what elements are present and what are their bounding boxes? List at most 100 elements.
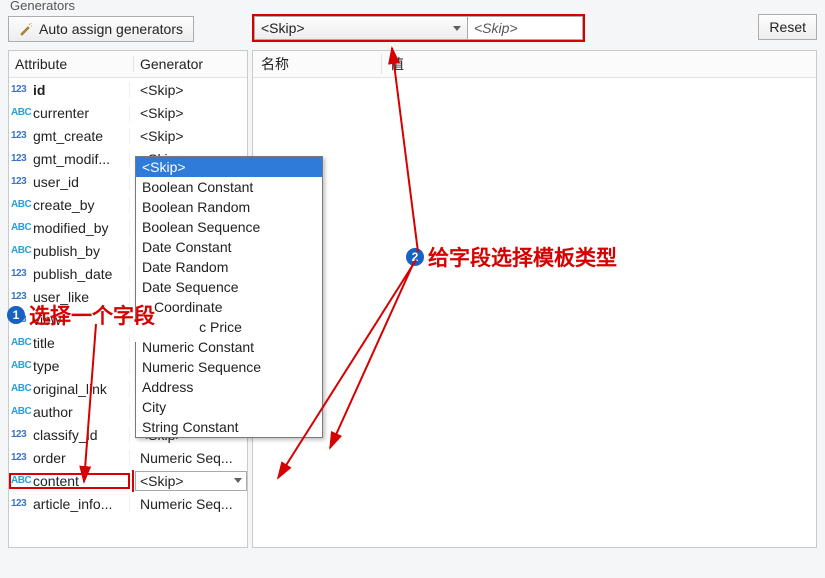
attribute-cell[interactable]: 123article_info... [9, 496, 130, 512]
value-preview-panel: 名称 值 [252, 50, 817, 548]
numeric-type-icon: 123 [11, 429, 31, 440]
dropdown-item[interactable]: Coordinate [136, 297, 322, 317]
dropdown-item[interactable]: Date Random [136, 257, 322, 277]
attribute-name: author [33, 404, 73, 420]
table-row[interactable]: ABCcontent <Skip> [9, 469, 247, 492]
attribute-name: title [33, 335, 55, 351]
attribute-cell[interactable]: ABCtitle [9, 335, 130, 351]
reset-label: Reset [769, 19, 806, 35]
generator-value: Numeric Seq... [140, 496, 233, 512]
dropdown-item[interactable]: Numeric Sequence [136, 357, 322, 377]
generator-cell-select[interactable]: <Skip> [135, 471, 247, 491]
dropdown-item[interactable]: Numeric Price [136, 317, 322, 337]
attribute-cell[interactable]: ABCcreate_by [9, 197, 130, 213]
text-type-icon: ABC [11, 360, 31, 371]
generator-cell[interactable]: <Skip> [130, 128, 247, 144]
generator-preview: <Skip> [468, 16, 583, 40]
generators-panel: Generators Auto assign generators <Skip>… [0, 0, 825, 578]
attribute-name: view [33, 312, 61, 328]
dropdown-item[interactable]: <Skip> [136, 157, 322, 177]
table-row[interactable]: 123gmt_create<Skip> [9, 124, 247, 147]
generator-dropdown[interactable]: <Skip>Boolean ConstantBoolean RandomBool… [135, 156, 323, 438]
dropdown-item[interactable]: Date Sequence [136, 277, 322, 297]
attribute-name: gmt_modif... [33, 151, 110, 167]
dropdown-item[interactable]: Numeric Constant [136, 337, 322, 357]
numeric-type-icon: 123 [11, 314, 31, 325]
dropdown-item[interactable]: String Constant [136, 417, 322, 437]
table-row[interactable]: ABCcurrenter <Skip> [9, 101, 247, 124]
attribute-cell[interactable]: 123view [9, 312, 130, 328]
table-row[interactable]: 123order Numeric Seq... [9, 446, 247, 469]
attribute-name: user_id [33, 174, 79, 190]
wand-icon [19, 22, 33, 36]
text-type-icon: ABC [11, 107, 31, 118]
attribute-cell[interactable]: 123user_id [9, 174, 130, 190]
panel-title: Generators [10, 0, 75, 13]
attribute-cell[interactable]: ABCcontent [9, 473, 130, 489]
dropdown-item[interactable]: Boolean Random [136, 197, 322, 217]
text-type-icon: ABC [11, 337, 31, 348]
attribute-name: currenter [33, 105, 89, 121]
attribute-name: id [33, 82, 45, 98]
chevron-down-icon [453, 26, 461, 31]
attribute-name: user_like [33, 289, 89, 305]
attribute-cell[interactable]: 123publish_date [9, 266, 130, 282]
numeric-type-icon: 123 [11, 176, 31, 187]
attribute-name: type [33, 358, 59, 374]
attribute-name: article_info... [33, 496, 112, 512]
attribute-name: gmt_create [33, 128, 103, 144]
table-row[interactable]: 123article_info... Numeric Seq... [9, 492, 247, 515]
dropdown-item[interactable]: City [136, 397, 322, 417]
text-type-icon: ABC [11, 383, 31, 394]
text-type-icon: ABC [11, 222, 31, 233]
numeric-type-icon: 123 [11, 498, 31, 509]
numeric-type-icon: 123 [11, 268, 31, 279]
attribute-cell[interactable]: 123gmt_modif... [9, 151, 130, 167]
generator-cell[interactable]: <Skip> [130, 82, 247, 98]
attribute-cell[interactable]: 123order [9, 450, 130, 466]
attribute-name: classify_id [33, 427, 98, 443]
auto-assign-button[interactable]: Auto assign generators [8, 16, 194, 42]
preview-header: 名称 值 [253, 51, 816, 78]
attribute-cell[interactable]: ABCcurrenter [9, 105, 130, 121]
col-name[interactable]: 名称 [253, 54, 382, 74]
attribute-cell[interactable]: ABCpublish_by [9, 243, 130, 259]
dropdown-item[interactable]: Address [136, 377, 322, 397]
generator-cell[interactable]: <Skip> [130, 105, 247, 121]
attribute-cell[interactable]: 123id [9, 82, 130, 98]
attribute-cell[interactable]: 123classify_id [9, 427, 130, 443]
dropdown-item[interactable]: Date Constant [136, 237, 322, 257]
col-attribute[interactable]: Attribute [9, 56, 134, 72]
attribute-cell[interactable]: ABCoriginal_link [9, 381, 130, 397]
attribute-name: publish_by [33, 243, 100, 259]
dropdown-item[interactable]: Boolean Constant [136, 177, 322, 197]
numeric-type-icon: 123 [11, 452, 31, 463]
selected-generator-area: <Skip> <Skip> [252, 14, 585, 42]
attribute-cell[interactable]: ABCmodified_by [9, 220, 130, 236]
attribute-cell[interactable]: ABCtype [9, 358, 130, 374]
generator-cell[interactable]: Numeric Seq... [130, 496, 247, 512]
dropdown-item[interactable]: Boolean Sequence [136, 217, 322, 237]
table-row[interactable]: 123id<Skip> [9, 78, 247, 101]
generator-type-select[interactable]: <Skip> [254, 16, 468, 40]
grid-header: Attribute Generator [9, 51, 247, 78]
attribute-name: original_link [33, 381, 107, 397]
auto-assign-label: Auto assign generators [39, 21, 183, 37]
generator-value: <Skip> [140, 105, 184, 121]
attribute-cell[interactable]: 123user_like [9, 289, 130, 305]
reset-button[interactable]: Reset [758, 14, 817, 40]
attribute-name: order [33, 450, 66, 466]
col-value[interactable]: 值 [382, 54, 816, 74]
text-type-icon: ABC [11, 475, 31, 486]
generator-cell[interactable]: <Skip> [130, 470, 247, 492]
generator-cell[interactable]: Numeric Seq... [130, 450, 247, 466]
col-generator[interactable]: Generator [134, 56, 247, 72]
attribute-cell[interactable]: ABCauthor [9, 404, 130, 420]
attribute-cell[interactable]: 123gmt_create [9, 128, 130, 144]
chevron-down-icon [234, 478, 242, 483]
numeric-type-icon: 123 [11, 153, 31, 164]
attribute-name: create_by [33, 197, 94, 213]
numeric-type-icon: 123 [11, 84, 31, 95]
generator-value: Numeric Seq... [140, 450, 233, 466]
numeric-type-icon: 123 [11, 130, 31, 141]
